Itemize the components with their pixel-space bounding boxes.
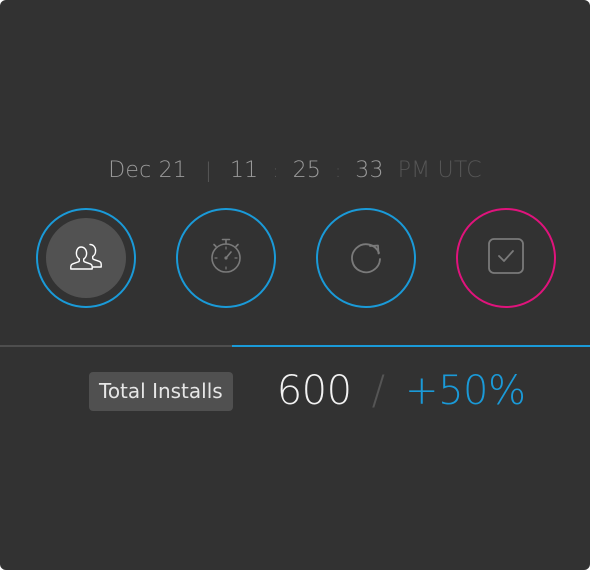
datetime-separator: |: [205, 158, 212, 182]
stopwatch-icon: [207, 236, 245, 280]
install-stats-widget: Dec 21 | 11 : 25 : 33 PM UTC Total Insta…: [0, 0, 590, 570]
installs-change: +50%: [405, 368, 526, 414]
refresh-button[interactable]: [316, 208, 416, 308]
stats-row: Total Installs 600 / +50%: [89, 368, 526, 414]
time-colon: :: [335, 161, 342, 182]
progress-fill: [231, 345, 590, 347]
installs-count: 600: [276, 368, 352, 414]
date-label: Dec 21: [108, 158, 187, 183]
checkbox-icon: [487, 237, 525, 279]
timezone-label: PM UTC: [397, 158, 482, 183]
users-button[interactable]: [36, 208, 136, 308]
users-button-active-fill: [46, 218, 126, 298]
refresh-icon: [346, 236, 386, 280]
stats-divider: /: [371, 368, 386, 414]
users-icon: [66, 238, 106, 278]
checklist-button[interactable]: [456, 208, 556, 308]
total-installs-label: Total Installs: [89, 371, 233, 411]
seconds-value: 33: [355, 158, 384, 183]
datetime-display: Dec 21 | 11 : 25 : 33 PM UTC: [0, 158, 590, 183]
progress-track: [0, 345, 590, 347]
time-colon: :: [272, 161, 279, 182]
hours-value: 11: [229, 158, 259, 183]
timer-button[interactable]: [176, 208, 276, 308]
minutes-value: 25: [292, 158, 322, 183]
